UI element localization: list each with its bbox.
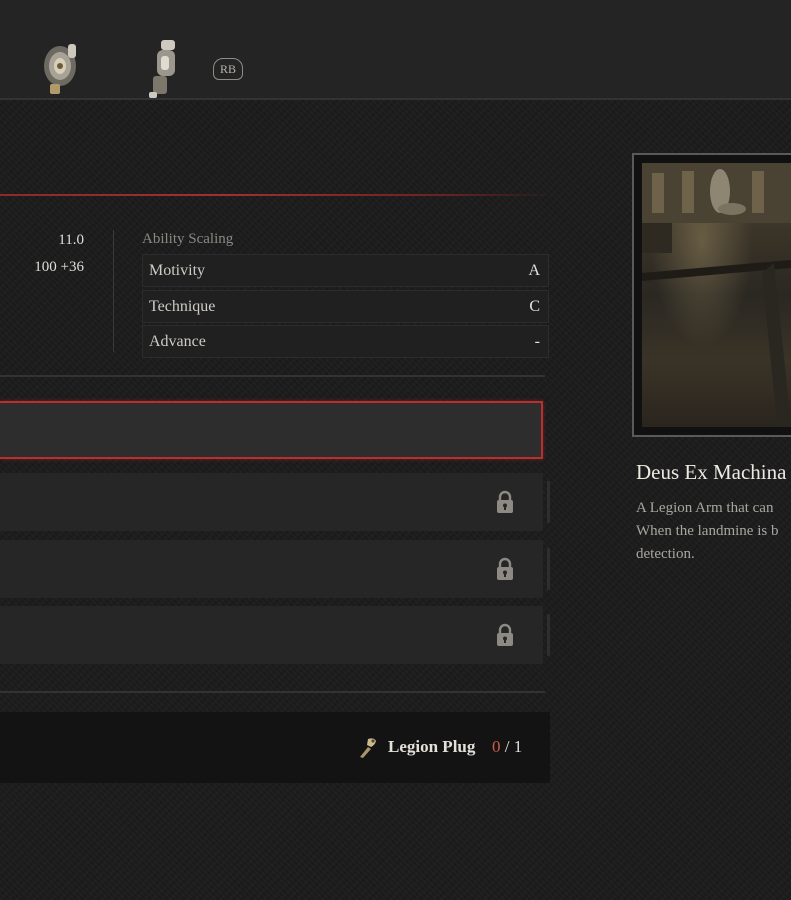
scaling-grade: C <box>529 298 540 315</box>
stat-value-1: 11.0 <box>58 232 84 248</box>
item-description-line: A Legion Arm that can <box>636 500 774 516</box>
material-have: 0 <box>492 737 501 756</box>
legion-plug-icon <box>360 738 376 758</box>
divider <box>0 691 545 693</box>
ability-scaling-title: Ability Scaling <box>142 231 234 247</box>
item-description-line: detection. <box>636 546 695 562</box>
item-preview-image <box>642 163 791 427</box>
lock-icon <box>497 557 513 580</box>
item-description: A Legion Arm that can When the landmine … <box>636 497 791 566</box>
upgrade-slot-locked[interactable] <box>0 540 550 598</box>
scaling-row-technique: Technique C <box>142 290 549 323</box>
slot-edge <box>547 481 550 523</box>
upgrade-slot-selected[interactable] <box>0 401 543 459</box>
top-bar: RB <box>0 0 791 100</box>
scaling-grade: - <box>534 333 540 350</box>
rb-button-hint[interactable]: RB <box>213 58 243 80</box>
scaling-name: Technique <box>149 298 216 315</box>
stats-separator <box>113 230 114 352</box>
material-separator: / <box>504 737 510 756</box>
upgrade-slot-locked[interactable] <box>0 606 550 664</box>
scaling-name: Motivity <box>149 262 206 279</box>
scaling-row-advance: Advance - <box>142 325 549 358</box>
lock-icon <box>497 623 513 646</box>
material-need: 1 <box>513 737 523 756</box>
item-title: Deus Ex Machina <box>636 460 787 484</box>
item-preview-frame <box>632 153 791 437</box>
scaling-grade: A <box>528 262 540 279</box>
scaling-row-motivity: Motivity A <box>142 254 549 287</box>
scaling-name: Advance <box>149 333 206 350</box>
arm-attachment-icon[interactable] <box>143 36 187 105</box>
stat-value-2: 100 +36 <box>34 259 84 275</box>
lock-icon <box>497 490 513 513</box>
material-name: Legion Plug <box>388 737 476 756</box>
upgrade-slot-locked[interactable] <box>0 473 550 531</box>
material-count: 0 / 1 <box>492 737 522 757</box>
section-divider-red <box>0 194 555 196</box>
arm-part-icon[interactable] <box>40 38 84 103</box>
slot-edge <box>547 614 550 656</box>
slot-edge <box>547 548 550 590</box>
divider <box>0 375 545 377</box>
item-description-line: When the landmine is b <box>636 523 779 539</box>
